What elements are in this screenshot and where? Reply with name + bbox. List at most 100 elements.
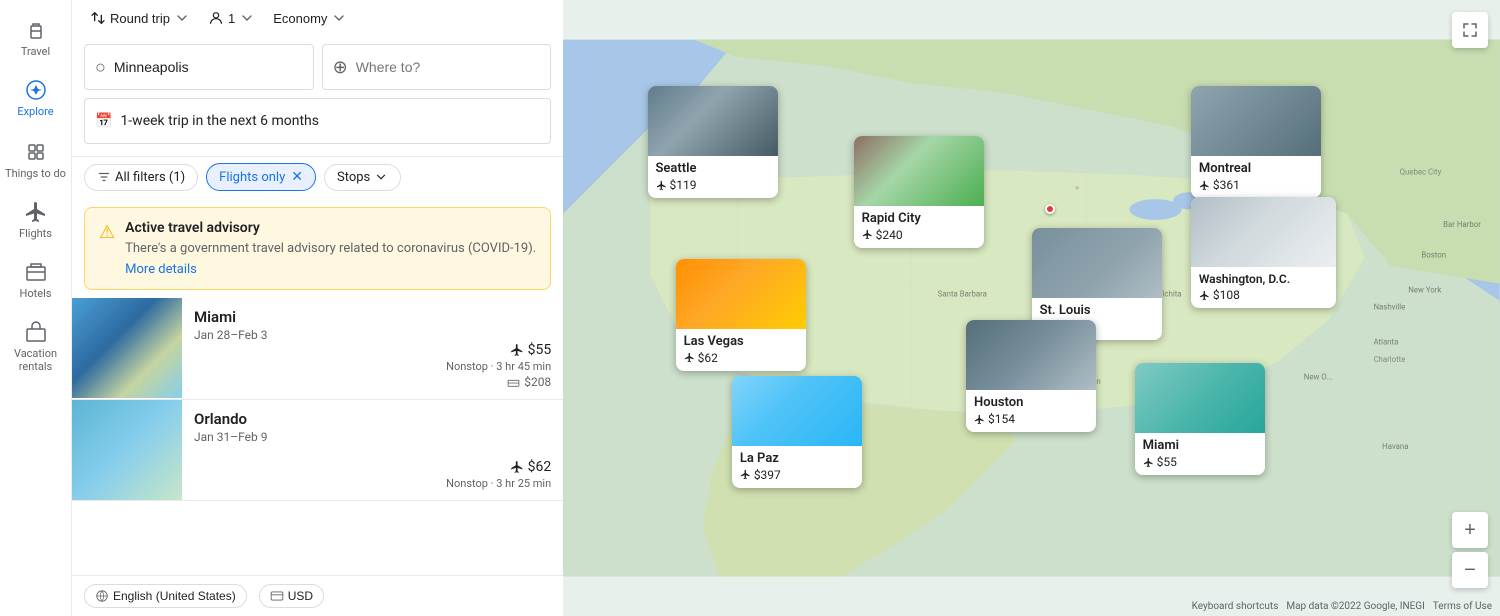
svg-text:Bar Harbor: Bar Harbor	[1443, 220, 1481, 229]
from-input[interactable]	[114, 59, 303, 75]
map-card-price-las-vegas: $62	[684, 351, 798, 365]
map-footer: Keyboard shortcuts Map data ©2022 Google…	[1192, 601, 1492, 612]
currency-button[interactable]: USD	[259, 584, 324, 608]
date-selector[interactable]: 📅 1-week trip in the next 6 months	[84, 98, 551, 144]
passengers-button[interactable]: 1	[202, 6, 261, 30]
result-flight-price-orlando: $62	[510, 459, 552, 475]
things-icon	[24, 140, 48, 164]
result-card-orlando[interactable]: Orlando Jan 31–Feb 9 $62 Nonstop · 3 hr …	[72, 400, 563, 501]
map-card-price-rapid-city: $240	[862, 228, 976, 242]
map-card-img-st-louis	[1032, 228, 1162, 298]
flights-only-dismiss[interactable]: ✕	[291, 169, 303, 185]
left-navigation: Travel Explore Things to do Flights	[0, 0, 72, 616]
passengers-label: 1	[228, 11, 235, 26]
result-card-miami[interactable]: Miami Jan 28–Feb 3 $55 Nonstop · 3 hr 45…	[72, 298, 563, 400]
all-filters-chip[interactable]: All filters (1)	[84, 164, 198, 191]
chevron-down-icon	[174, 10, 190, 26]
map-card-img-washington	[1191, 197, 1336, 267]
svg-text:New O...: New O...	[1304, 372, 1333, 381]
advisory-title: Active travel advisory	[125, 220, 536, 236]
plane-icon-houston	[974, 414, 985, 425]
map-card-city-washington: Washington, D.C.	[1199, 272, 1328, 286]
sidebar-item-vacation[interactable]: Vacation rentals	[0, 312, 71, 381]
result-flight-price-miami: $55	[510, 342, 552, 358]
map-card-info-la-paz: La Paz $397	[732, 446, 862, 488]
sidebar-item-travel-label: Travel	[21, 45, 50, 58]
svg-text:Santa Barbara: Santa Barbara	[938, 290, 987, 299]
chevron-down-passengers-icon	[239, 10, 255, 26]
sidebar-item-travel[interactable]: Travel	[0, 10, 71, 66]
to-input-wrap[interactable]: ⊕	[322, 44, 552, 90]
filter-row: All filters (1) Flights only ✕ Stops	[72, 157, 563, 199]
map-zoom-out-button[interactable]: −	[1452, 552, 1488, 588]
terms-of-use[interactable]: Terms of Use	[1433, 601, 1492, 612]
map-card-info-houston: Houston $154	[966, 390, 1096, 432]
flights-only-chip[interactable]: Flights only ✕	[206, 163, 316, 191]
sidebar-item-flights-label: Flights	[19, 227, 52, 240]
map-card-las-vegas[interactable]: Las Vegas $62	[676, 259, 806, 371]
map-card-houston[interactable]: Houston $154	[966, 320, 1096, 432]
all-filters-label: All filters (1)	[115, 170, 185, 185]
svg-text:New York: New York	[1408, 285, 1441, 294]
sidebar-item-things[interactable]: Things to do	[0, 132, 71, 188]
sidebar-item-things-label: Things to do	[5, 167, 66, 180]
map-card-price-la-paz: $397	[740, 468, 854, 482]
map-card-washington[interactable]: Washington, D.C. $108	[1191, 197, 1336, 308]
plane-icon-la-paz	[740, 469, 751, 480]
result-info-orlando: Orlando Jan 31–Feb 9 $62 Nonstop · 3 hr …	[182, 400, 563, 500]
map-expand-button[interactable]	[1452, 12, 1488, 48]
stops-chip[interactable]: Stops	[324, 164, 401, 191]
map-card-price-miami-map: $55	[1143, 455, 1257, 469]
suitcase-icon	[24, 18, 48, 42]
flights-icon	[24, 200, 48, 224]
round-trip-label: Round trip	[110, 11, 170, 26]
language-button[interactable]: English (United States)	[84, 584, 247, 608]
sidebar-item-explore[interactable]: Explore	[0, 70, 71, 126]
map-card-city-las-vegas: Las Vegas	[684, 334, 798, 349]
bed-icon-miami	[507, 376, 520, 389]
keyboard-shortcuts[interactable]: Keyboard shortcuts	[1192, 601, 1279, 612]
result-dates-miami: Jan 28–Feb 3	[194, 328, 551, 342]
plane-icon-montreal	[1199, 180, 1210, 191]
result-city-miami: Miami	[194, 308, 551, 326]
globe-icon	[95, 589, 109, 603]
sidebar-item-vacation-label: Vacation rentals	[4, 347, 67, 373]
result-info-miami: Miami Jan 28–Feb 3 $55 Nonstop · 3 hr 45…	[182, 298, 563, 399]
advisory-body: There's a government travel advisory rel…	[125, 240, 536, 258]
filter-icon	[97, 170, 111, 184]
plane-icon-orlando	[510, 460, 524, 474]
map-zoom-in-button[interactable]: +	[1452, 512, 1488, 548]
map-card-price-seattle: $119	[656, 178, 770, 192]
from-input-wrap[interactable]: ○	[84, 44, 314, 90]
currency-icon	[270, 589, 284, 603]
map-card-rapid-city[interactable]: Rapid City $240	[854, 136, 984, 248]
map-card-city-rapid-city: Rapid City	[862, 211, 976, 226]
result-hotel-price-miami: $208	[507, 375, 551, 389]
destination-icon: ⊕	[333, 57, 348, 78]
map-data-attribution: Map data ©2022 Google, INEGI	[1286, 601, 1424, 612]
map-card-miami-map[interactable]: Miami $55	[1135, 363, 1265, 475]
sidebar-item-flights[interactable]: Flights	[0, 192, 71, 248]
svg-text:Boston: Boston	[1422, 250, 1447, 259]
map-card-img-seattle	[648, 86, 778, 156]
date-label: 1-week trip in the next 6 months	[120, 113, 319, 129]
svg-text:Charlotte: Charlotte	[1374, 355, 1406, 364]
map-card-info-rapid-city: Rapid City $240	[854, 206, 984, 248]
map-card-city-la-paz: La Paz	[740, 451, 854, 466]
advisory-link[interactable]: More details	[125, 262, 197, 277]
origin-icon: ○	[95, 57, 106, 78]
trip-options-bar: Round trip 1 Economy	[72, 0, 563, 34]
map-card-info-las-vegas: Las Vegas $62	[676, 329, 806, 371]
sidebar-item-hotels[interactable]: Hotels	[0, 252, 71, 308]
map-card-seattle[interactable]: Seattle $119	[648, 86, 778, 198]
class-button[interactable]: Economy	[267, 6, 353, 30]
stops-label: Stops	[337, 170, 370, 185]
map-card-montreal[interactable]: Montreal $361	[1191, 86, 1321, 198]
expand-icon	[1461, 21, 1479, 39]
sidebar-item-explore-label: Explore	[17, 105, 53, 118]
round-trip-button[interactable]: Round trip	[84, 6, 196, 30]
to-input[interactable]	[356, 59, 541, 75]
search-area: ○ ⊕ 📅 1-week trip in the next 6 months	[72, 34, 563, 157]
map-card-la-paz[interactable]: La Paz $397	[732, 376, 862, 488]
advisory-icon: ⚠	[99, 222, 115, 277]
